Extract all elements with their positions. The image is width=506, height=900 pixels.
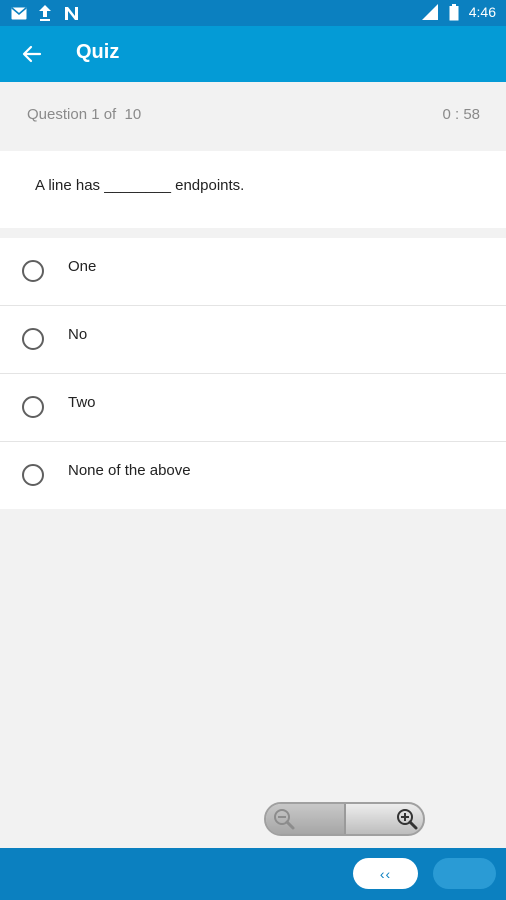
option-label: No (68, 326, 88, 343)
option-two[interactable]: Two (0, 374, 506, 442)
battery-icon (445, 3, 463, 21)
countdown-timer: 0 : 58 (442, 106, 480, 123)
gmail-icon (10, 4, 28, 22)
option-label: None of the above (68, 462, 191, 479)
option-none-of-the-above[interactable]: None of the above (0, 442, 506, 509)
bottom-nav-bar: ‹‹ (0, 848, 506, 900)
arrow-left-icon (22, 45, 42, 63)
radio-button[interactable] (22, 260, 44, 282)
page-title: Quiz (76, 41, 120, 63)
option-one[interactable]: One (0, 238, 506, 306)
zoom-out-button[interactable] (266, 804, 346, 834)
system-icons: 4:46 (421, 3, 496, 21)
status-bar: 4:46 (0, 0, 506, 26)
radio-button[interactable] (22, 396, 44, 418)
radio-button[interactable] (22, 464, 44, 486)
zoom-control (264, 802, 425, 836)
notification-icons (10, 4, 80, 22)
next-question-button[interactable] (433, 858, 496, 889)
question-card: A line has ________ endpoints. (0, 151, 506, 228)
status-time: 4:46 (468, 4, 496, 20)
upload-icon (36, 4, 54, 22)
question-text: A line has ________ endpoints. (35, 177, 245, 194)
option-no[interactable]: No (0, 306, 506, 374)
radio-button[interactable] (22, 328, 44, 350)
question-meta: Question 1 of 10 0 : 58 (0, 82, 506, 150)
chevron-double-left-icon: ‹‹ (379, 865, 392, 882)
question-counter: Question 1 of 10 (27, 106, 142, 123)
option-label: One (68, 258, 97, 275)
app-bar: Quiz (0, 26, 506, 82)
n-app-icon (62, 4, 80, 22)
back-button[interactable] (16, 38, 48, 70)
option-label: Two (68, 394, 96, 411)
zoom-in-icon (397, 809, 418, 830)
previous-question-button[interactable]: ‹‹ (353, 858, 418, 889)
signal-icon (421, 3, 439, 21)
zoom-in-button[interactable] (346, 804, 423, 834)
zoom-out-icon (274, 809, 295, 830)
answer-options: One No Two None of the above (0, 238, 506, 509)
